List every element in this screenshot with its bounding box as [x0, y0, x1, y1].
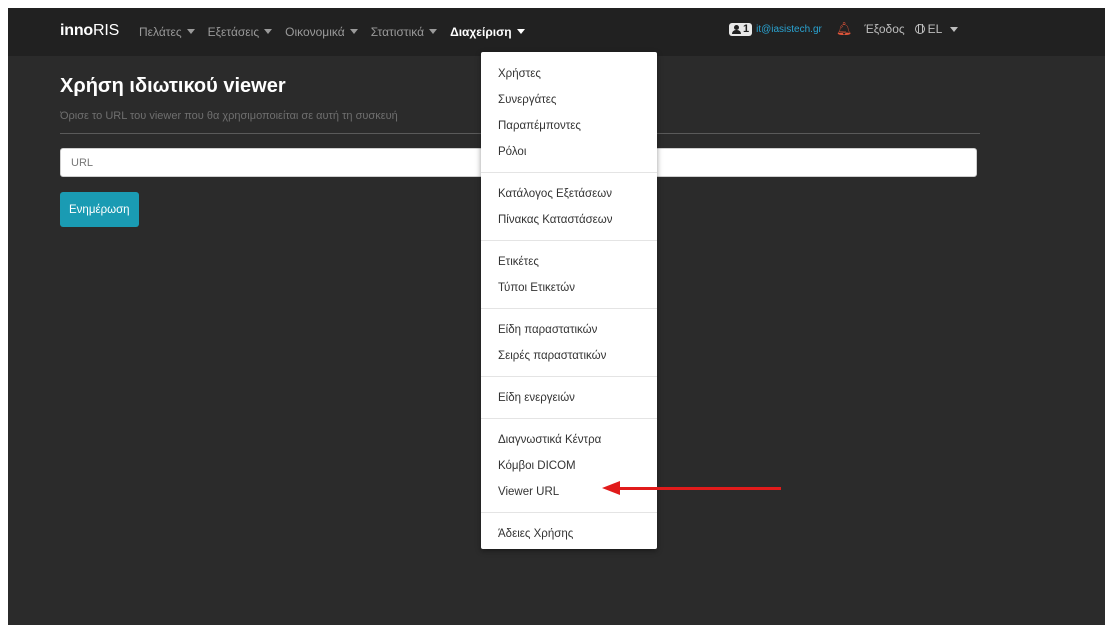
- menu-item-licenses[interactable]: Άδειες Χρήσης: [481, 521, 657, 547]
- menu-item-referrers[interactable]: Παραπέμποντες: [481, 113, 657, 139]
- administration-dropdown-menu: Χρήστες Συνεργάτες Παραπέμποντες Ρόλοι Κ…: [481, 52, 657, 549]
- menu-divider: [481, 240, 657, 241]
- menu-divider: [481, 172, 657, 173]
- caret-down-icon: [264, 29, 273, 34]
- menu-divider: [481, 512, 657, 513]
- user-email[interactable]: it@iasistech.gr: [756, 24, 822, 35]
- nav-administration-label: Διαχείριση: [450, 25, 512, 39]
- menu-divider: [481, 418, 657, 419]
- nav-exams[interactable]: Εξετάσεις: [207, 25, 273, 39]
- bell-icon[interactable]: 🔔︎: [836, 21, 853, 37]
- caret-down-icon: [349, 29, 358, 34]
- top-navbar: innoRIS Πελάτες Εξετάσεις Οικονομικά Στα…: [8, 8, 1105, 56]
- menu-item-partners[interactable]: Συνεργάτες: [481, 87, 657, 113]
- caret-down-icon: [950, 26, 959, 32]
- menu-item-diagnostic-centers[interactable]: Διαγνωστικά Κέντρα: [481, 427, 657, 453]
- menu-item-tags[interactable]: Ετικέτες: [481, 249, 657, 275]
- main-menu: Πελάτες Εξετάσεις Οικονομικά Στατιστικά …: [139, 25, 525, 39]
- menu-item-roles[interactable]: Ρόλοι: [481, 139, 657, 165]
- menu-item-status-table[interactable]: Πίνακας Καταστάσεων: [481, 207, 657, 233]
- update-button[interactable]: Ενημέρωση: [60, 192, 139, 227]
- user-badge[interactable]: 1: [729, 22, 753, 36]
- caret-down-icon: [429, 29, 438, 34]
- nav-statistics[interactable]: Στατιστικά: [370, 25, 438, 39]
- menu-item-action-types[interactable]: Είδη ενεργειών: [481, 385, 657, 411]
- caret-down-icon: [186, 29, 195, 34]
- language-code: EL: [927, 22, 943, 36]
- brand-logo[interactable]: innoRIS: [60, 22, 119, 40]
- nav-customers[interactable]: Πελάτες: [139, 25, 195, 39]
- menu-divider: [481, 376, 657, 377]
- menu-item-viewer-url[interactable]: Viewer URL: [481, 479, 657, 505]
- brand-bold: inno: [60, 22, 93, 39]
- annotation-arrow-line: [618, 487, 781, 490]
- page-title: Χρήση ιδιωτικού viewer: [60, 75, 286, 97]
- user-id-icon: [732, 24, 741, 34]
- language-selector[interactable]: EL: [914, 22, 959, 36]
- caret-down-icon: [516, 29, 525, 34]
- logout-link[interactable]: Έξοδος: [864, 22, 904, 36]
- menu-item-document-types[interactable]: Είδη παραστατικών: [481, 317, 657, 343]
- user-badge-count: 1: [743, 23, 750, 35]
- nav-statistics-label: Στατιστικά: [370, 25, 425, 39]
- menu-item-tag-types[interactable]: Τύποι Ετικετών: [481, 275, 657, 301]
- nav-administration[interactable]: Διαχείριση: [450, 25, 525, 39]
- page-subtitle: Όρισε το URL του viewer που θα χρησιμοπο…: [60, 110, 398, 122]
- nav-exams-label: Εξετάσεις: [207, 25, 260, 39]
- menu-item-users[interactable]: Χρήστες: [481, 61, 657, 87]
- menu-item-document-series[interactable]: Σειρές παραστατικών: [481, 343, 657, 369]
- app-window: innoRIS Πελάτες Εξετάσεις Οικονομικά Στα…: [8, 8, 1105, 625]
- nav-financial-label: Οικονομικά: [285, 25, 345, 39]
- nav-customers-label: Πελάτες: [139, 25, 182, 39]
- user-area: 1 it@iasistech.gr 🔔︎ Έξοδος EL: [729, 21, 959, 37]
- menu-divider: [481, 308, 657, 309]
- menu-item-exam-catalog[interactable]: Κατάλογος Εξετάσεων: [481, 181, 657, 207]
- globe-icon: [914, 24, 925, 34]
- brand-rest: RIS: [92, 22, 120, 39]
- menu-item-dicom-nodes[interactable]: Κόμβοι DICOM: [481, 453, 657, 479]
- nav-financial[interactable]: Οικονομικά: [285, 25, 358, 39]
